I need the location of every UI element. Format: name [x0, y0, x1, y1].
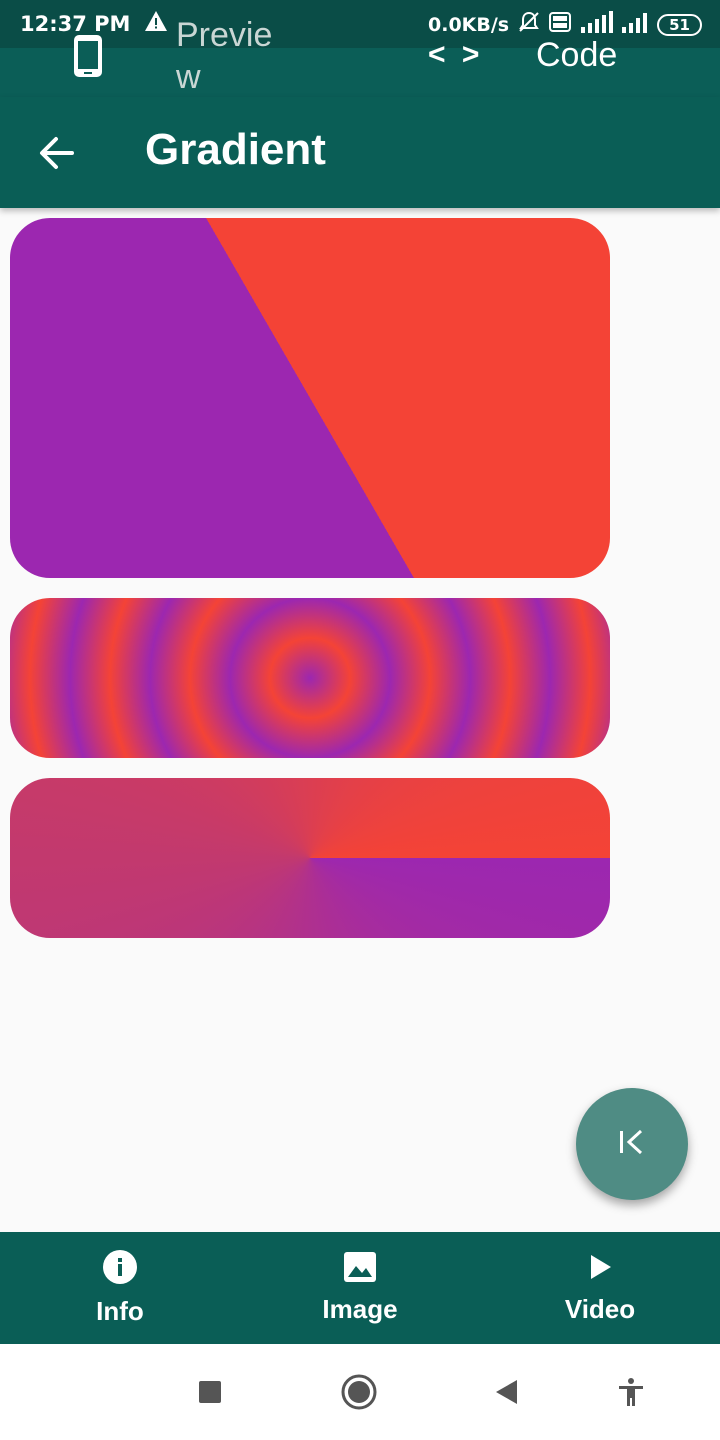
nav-label-image: Image — [322, 1294, 398, 1324]
battery-icon: 51 — [657, 13, 702, 36]
accessibility-icon[interactable] — [611, 1372, 651, 1412]
status-time: 12:37 PM — [20, 11, 131, 36]
signal-icon — [621, 11, 649, 38]
tab-code[interactable]: Code — [536, 36, 617, 75]
home-icon[interactable] — [339, 1372, 379, 1412]
bottom-navigation: Info Image Video — [0, 1232, 720, 1344]
image-icon — [343, 1251, 377, 1288]
play-icon — [583, 1251, 617, 1288]
linear-gradient-box — [10, 218, 610, 578]
volte-icon — [549, 12, 572, 37]
network-speed: 0.0KB/s — [428, 13, 510, 36]
info-icon — [102, 1249, 138, 1290]
collapse-fab-button[interactable] — [576, 1088, 688, 1200]
app-bar: Gradient — [0, 97, 720, 208]
code-icon[interactable]: < > — [428, 38, 483, 72]
page-title: Gradient — [145, 125, 326, 174]
nav-item-info[interactable]: Info — [0, 1232, 240, 1344]
sweep-gradient-box — [10, 778, 610, 938]
back-icon[interactable] — [486, 1372, 526, 1412]
radial-gradient-box — [10, 598, 610, 758]
recents-icon[interactable] — [190, 1372, 230, 1412]
top-header: Preview < > Code 12:37 PM 0.0KB/s 51 — [0, 0, 720, 97]
collapse-left-icon — [617, 1127, 647, 1162]
nav-label-info: Info — [96, 1296, 144, 1326]
signal-4g-icon — [579, 11, 614, 38]
phone-icon[interactable] — [72, 34, 104, 83]
back-arrow-icon[interactable] — [36, 133, 76, 173]
mute-icon — [517, 10, 541, 39]
nav-item-image[interactable]: Image — [240, 1232, 480, 1344]
nav-item-video[interactable]: Video — [480, 1232, 720, 1344]
tab-preview[interactable]: Preview — [176, 14, 286, 98]
alert-icon — [144, 10, 168, 37]
nav-label-video: Video — [564, 1294, 636, 1324]
status-right: 0.0KB/s 51 — [428, 10, 702, 39]
status-left: 12:37 PM — [20, 10, 168, 37]
system-navigation-bar — [0, 1344, 720, 1440]
